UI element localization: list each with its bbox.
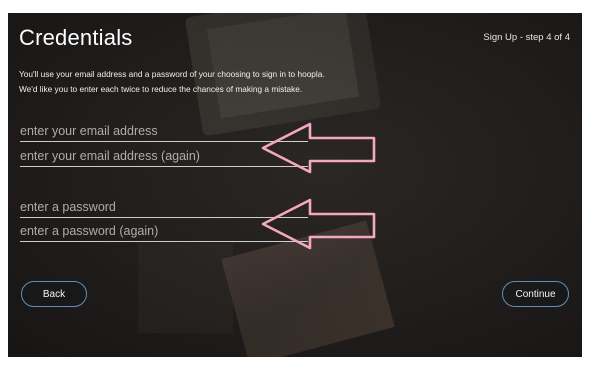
back-button[interactable]: Back	[21, 281, 87, 307]
continue-button[interactable]: Continue	[502, 281, 569, 307]
left-arrow-icon	[261, 122, 376, 174]
description-line-2: We'd like you to enter each twice to red…	[19, 83, 303, 94]
description: You'll use your email address and a pass…	[19, 67, 325, 96]
step-indicator: Sign Up - step 4 of 4	[483, 32, 570, 43]
signup-panel: Credentials Sign Up - step 4 of 4 You'll…	[8, 13, 582, 357]
left-arrow-icon	[261, 198, 376, 250]
description-line-1: You'll use your email address and a pass…	[19, 69, 325, 79]
background-overlay	[8, 13, 582, 357]
page-title: Credentials	[19, 25, 133, 50]
